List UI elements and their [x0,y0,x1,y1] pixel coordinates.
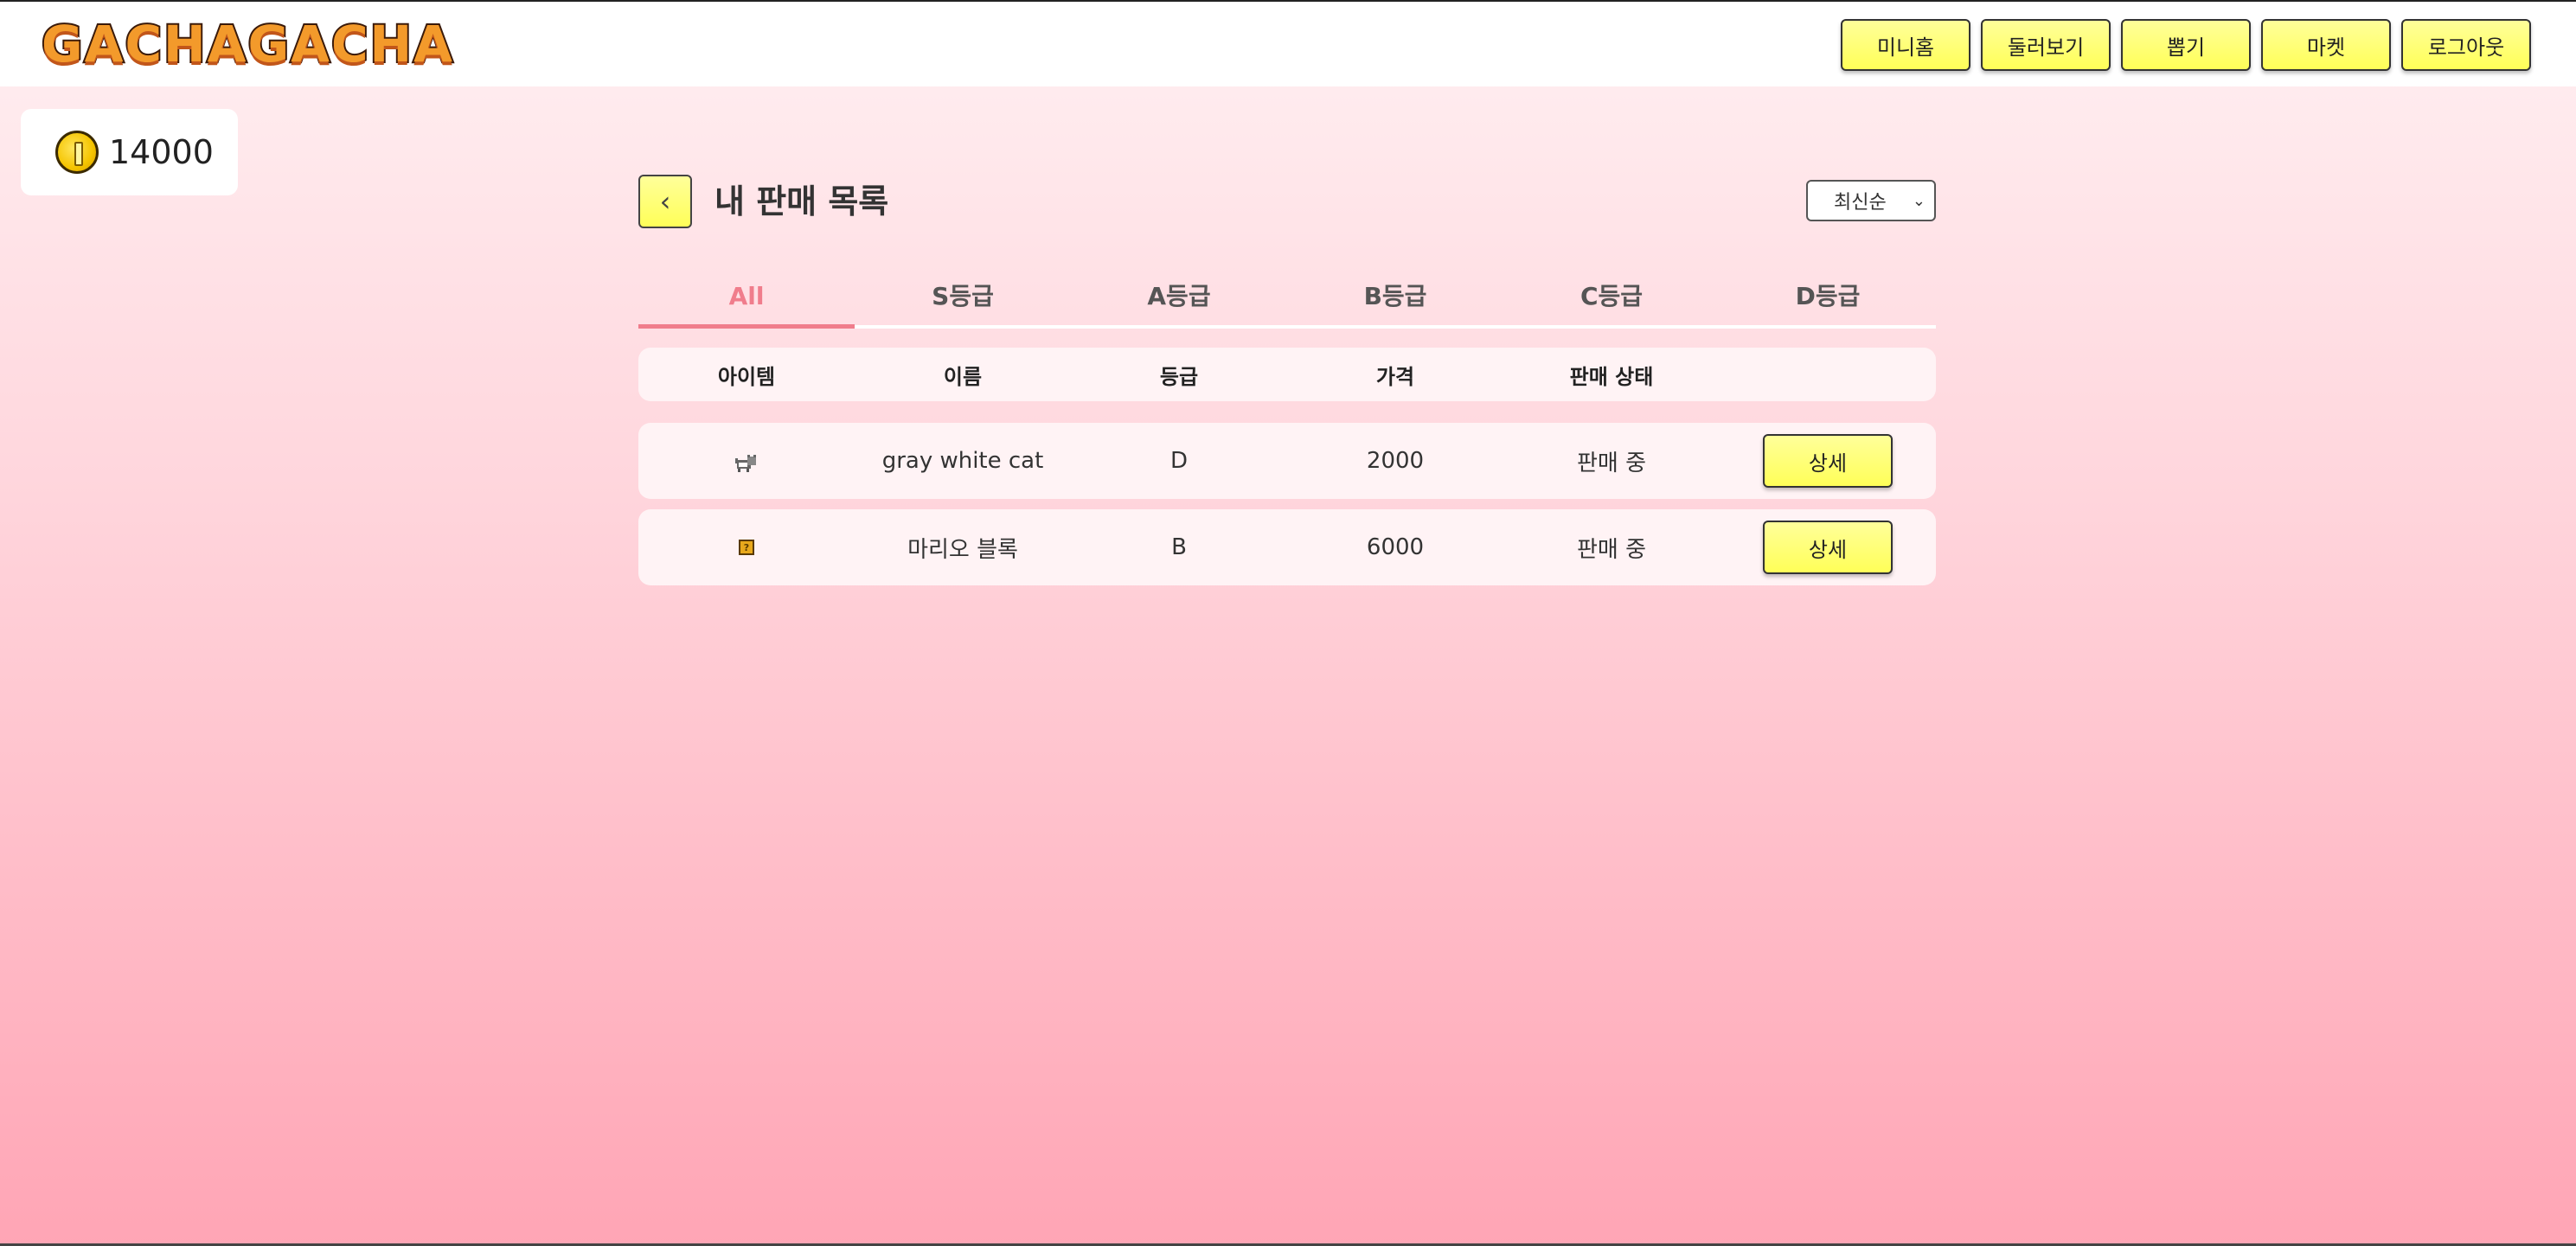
action-cell: 상세 [1720,521,1936,574]
tab-all[interactable]: All [638,275,855,329]
tab-a-grade[interactable]: A등급 [1071,275,1287,325]
item-status: 판매 중 [1576,450,1647,476]
header-status: 판매 상태 [1569,364,1654,389]
item-grade: D [1169,448,1189,474]
table-row: ? 마리오 블록 B 6000 판매 중 상세 [638,509,1936,585]
nav-browse-button[interactable]: 둘러보기 [1981,19,2111,71]
logo[interactable]: GACHAGACHA [40,16,454,73]
item-cell [638,452,855,472]
chevron-left-icon: ‹ [659,185,671,218]
table-row: gray white cat D 2000 판매 중 상세 [638,423,1936,499]
item-grade: B [1171,534,1187,560]
item-status: 판매 중 [1576,536,1647,563]
detail-button[interactable]: 상세 [1763,521,1893,574]
coin-amount: 14000 [109,133,214,171]
grade-tabs: All S등급 A등급 B등급 C등급 D등급 [638,275,1936,329]
item-name: gray white cat [881,448,1044,474]
back-button[interactable]: ‹ [638,175,692,228]
header-grade: 등급 [1159,364,1199,389]
nav-minihome-button[interactable]: 미니홈 [1841,19,1970,71]
coin-icon [55,131,99,174]
header-name: 이름 [943,364,983,389]
nav-market-button[interactable]: 마켓 [2261,19,2391,71]
item-price: 2000 [1366,448,1425,474]
sort-select[interactable]: 최신순 ⌄ [1806,180,1936,221]
sort-selected-value: 최신순 [1834,192,1887,214]
nav-gacha-button[interactable]: 뽑기 [2121,19,2251,71]
page-title: 내 판매 목록 [714,182,889,220]
table-header: 아이템 이름 등급 가격 판매 상태 [638,348,1936,401]
tab-d-grade[interactable]: D등급 [1720,275,1936,325]
item-cell: ? [638,540,855,555]
nav-logout-button[interactable]: 로그아웃 [2401,19,2531,71]
tab-b-grade[interactable]: B등급 [1287,275,1503,325]
top-bar: GACHAGACHA 미니홈 둘러보기 뽑기 마켓 로그아웃 [0,0,2576,86]
detail-button[interactable]: 상세 [1763,434,1893,488]
header-price: 가격 [1375,364,1415,389]
block-icon: ? [739,540,754,555]
cat-icon [735,452,758,472]
header-item: 아이템 [717,364,776,389]
chevron-down-icon: ⌄ [1912,191,1926,210]
item-price: 6000 [1366,534,1425,560]
action-cell: 상세 [1720,434,1936,488]
tab-c-grade[interactable]: C등급 [1503,275,1720,325]
tab-s-grade[interactable]: S등급 [855,275,1071,325]
coin-balance: 14000 [21,109,238,195]
main-nav: 미니홈 둘러보기 뽑기 마켓 로그아웃 [1841,19,2531,71]
item-name: 마리오 블록 [907,536,1018,563]
